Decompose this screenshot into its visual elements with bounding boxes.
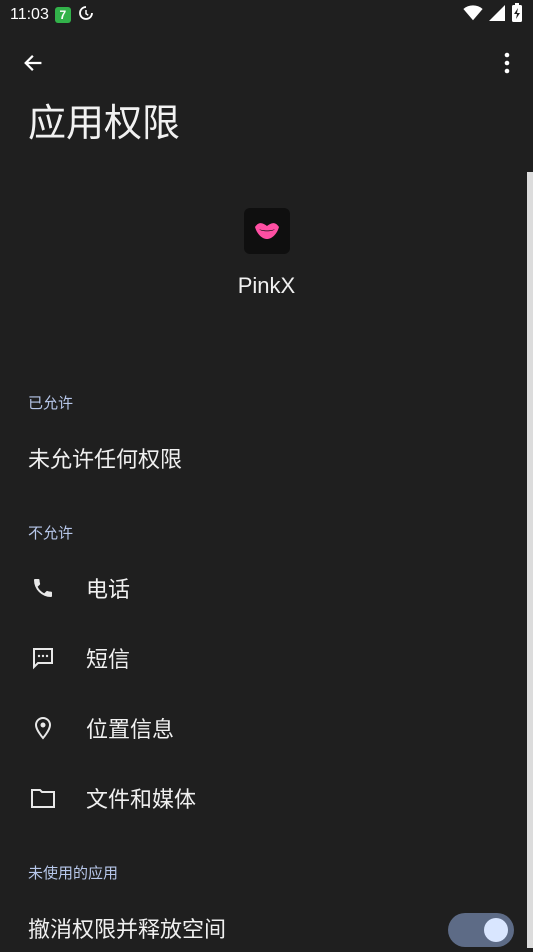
arrow-back-icon (24, 55, 42, 71)
phone-icon (30, 575, 56, 601)
more-vert-icon (504, 52, 510, 74)
folder-icon (30, 785, 56, 811)
permission-row-files-media[interactable]: 文件和媒体 (0, 768, 520, 828)
section-header-unused-apps: 未使用的应用 (28, 864, 119, 882)
sms-icon (30, 645, 56, 671)
location-icon (30, 715, 56, 741)
permission-label-sms: 短信 (86, 648, 131, 673)
wifi-icon (463, 5, 483, 25)
toolbar (0, 40, 533, 84)
no-permissions-allowed-text: 未允许任何权限 (28, 448, 183, 473)
permission-row-phone[interactable]: 电话 (0, 558, 520, 618)
pink-lips-icon (255, 223, 279, 239)
notification-badge: 7 (54, 7, 71, 23)
revoke-permissions-toggle[interactable] (448, 913, 514, 947)
revoke-permissions-label: 撤消权限并释放空间 (28, 918, 227, 943)
signal-icon (489, 5, 505, 25)
status-left: 11:03 7 (10, 4, 95, 26)
section-header-allowed: 已允许 (28, 394, 74, 412)
revoke-permissions-row[interactable]: 撤消权限并释放空间 (0, 902, 533, 952)
status-bar: 11:03 7 (0, 0, 533, 30)
permission-label-location: 位置信息 (86, 718, 175, 743)
back-button[interactable] (16, 46, 50, 80)
status-right (463, 3, 523, 27)
page-title: 应用权限 (28, 101, 181, 145)
permission-label-phone: 电话 (86, 578, 131, 603)
toggle-knob (484, 918, 508, 942)
scrollbar[interactable] (527, 172, 533, 948)
battery-charging-icon (511, 3, 523, 27)
section-header-not-allowed: 不允许 (28, 524, 74, 542)
app-name: PinkX (237, 273, 296, 298)
sync-icon (77, 4, 95, 26)
permission-label-files-media: 文件和媒体 (86, 788, 197, 813)
more-options-button[interactable] (490, 46, 524, 80)
permission-row-sms[interactable]: 短信 (0, 628, 520, 688)
permission-row-location[interactable]: 位置信息 (0, 698, 520, 758)
status-time: 11:03 (10, 6, 49, 23)
app-icon (244, 208, 290, 254)
